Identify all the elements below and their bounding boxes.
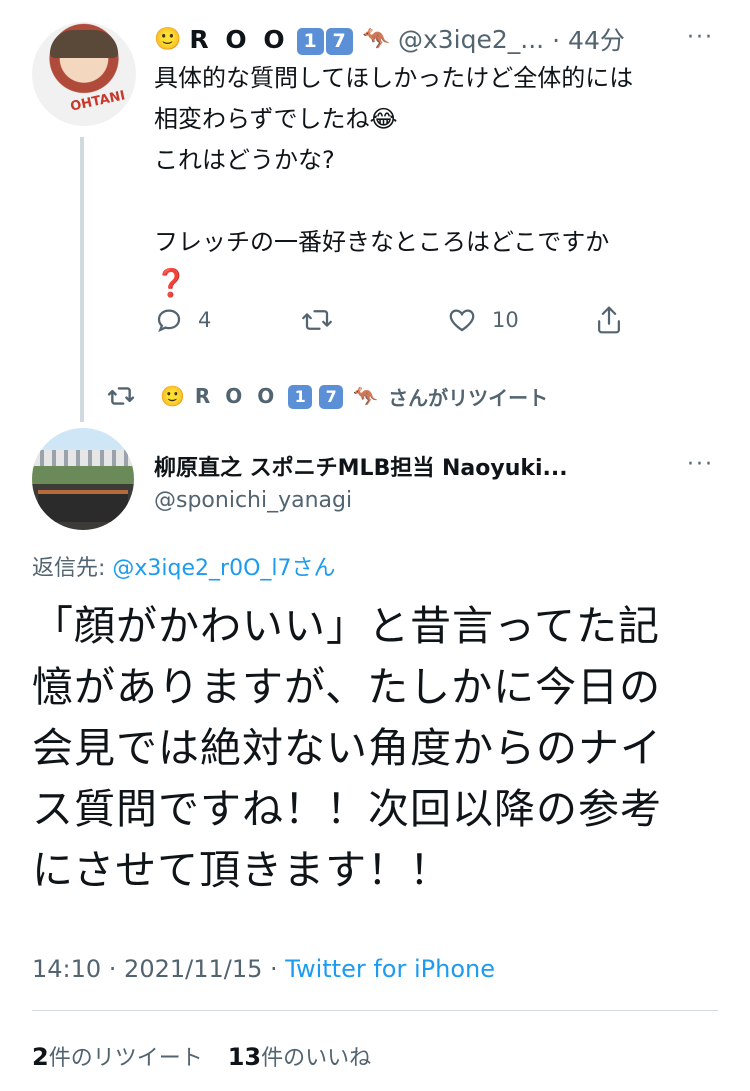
user-handle[interactable]: @x3iqe2_...	[398, 25, 544, 54]
likes-stat[interactable]: 13件のいいね	[227, 1043, 372, 1071]
author-handle[interactable]: @sponichi_yanagi	[154, 488, 352, 513]
more-options-icon[interactable]: ···	[687, 452, 714, 477]
question-mark-emoji: ❓	[154, 268, 188, 299]
like-count: 10	[492, 308, 519, 332]
reply-to-prefix: 返信先:	[32, 556, 113, 581]
retweet-notice-suffix: さんがリツイート	[388, 385, 549, 410]
tweet-meta: 14:10 · 2021/11/15 · Twitter for iPhone	[32, 955, 495, 983]
avatar-press-desk	[38, 490, 128, 522]
tweet-stats: 2件のリツイート 13件のいいね	[32, 1040, 371, 1072]
smile-emoji: 🙂	[160, 384, 185, 408]
retweeted-by-notice[interactable]: 🙂 R O O 1 7 🦘 さんがリツイート	[106, 380, 548, 412]
kangaroo-emoji: 🦘	[353, 384, 379, 408]
retweets-number: 2	[32, 1043, 49, 1071]
like-button[interactable]: 10	[446, 302, 519, 338]
first-tweet-header: 🙂 R O O 17 🦘 @x3iqe2_... · 44分	[154, 22, 710, 56]
retweets-stat[interactable]: 2件のリツイート	[32, 1043, 203, 1071]
reply-to-link[interactable]: @x3iqe2_r0O_l7さん	[112, 556, 335, 581]
kangaroo-emoji: 🦘	[362, 26, 390, 52]
smile-emoji: 🙂	[154, 26, 182, 52]
author-name[interactable]: 柳原直之 スポニチMLB担当 Naoyuki...	[154, 450, 674, 482]
tweet-client-link[interactable]: Twitter for iPhone	[285, 955, 495, 983]
likes-label: 件のいいね	[261, 1046, 372, 1071]
heart-icon	[446, 305, 478, 335]
retweet-small-icon	[106, 383, 136, 409]
retweeter-name: R O O	[194, 384, 279, 408]
divider	[32, 1010, 718, 1011]
more-options-icon[interactable]: ···	[687, 25, 714, 50]
avatar-yanagi[interactable]	[32, 428, 134, 530]
keycap-1-emoji: 1	[288, 385, 313, 409]
user-name[interactable]: R O O	[189, 25, 288, 54]
avatar-roo[interactable]: OHTANI	[32, 22, 136, 126]
retweets-label: 件のリツイート	[48, 1046, 203, 1071]
keycap-7-emoji: 7	[319, 385, 344, 409]
share-button[interactable]	[594, 302, 624, 338]
first-tweet-text: 具体的な質問してほしかったけど全体的には 相変わらずでしたね😂 これはどうかな?…	[154, 58, 714, 305]
share-icon	[594, 304, 624, 336]
tweet-body: 具体的な質問してほしかったけど全体的には 相変わらずでしたね😂 これはどうかな?…	[154, 64, 634, 256]
reply-icon	[154, 305, 184, 335]
tweet-timestamp[interactable]: 14:10 · 2021/11/15 ·	[32, 955, 285, 983]
reply-count: 4	[198, 308, 212, 332]
retweet-button[interactable]	[300, 302, 348, 338]
main-tweet-text: 「顔がかわいい」と昔言ってた記 憶がありますが、たしかに今日の 会見では絶対ない…	[32, 602, 662, 894]
likes-number: 13	[227, 1043, 262, 1071]
keycap-1-emoji: 1	[296, 27, 324, 55]
tweet-time[interactable]: · 44分	[552, 21, 625, 57]
avatar-hair	[50, 30, 118, 58]
reply-button[interactable]: 4	[154, 302, 211, 338]
thread-line	[80, 137, 84, 422]
keycap-7-emoji: 7	[325, 27, 353, 55]
reply-to-line: 返信先: @x3iqe2_r0O_l7さん	[32, 550, 336, 582]
retweet-icon	[300, 305, 334, 335]
avatar-stadium	[32, 450, 134, 466]
avatar-jersey-text: OHTANI	[69, 88, 127, 115]
